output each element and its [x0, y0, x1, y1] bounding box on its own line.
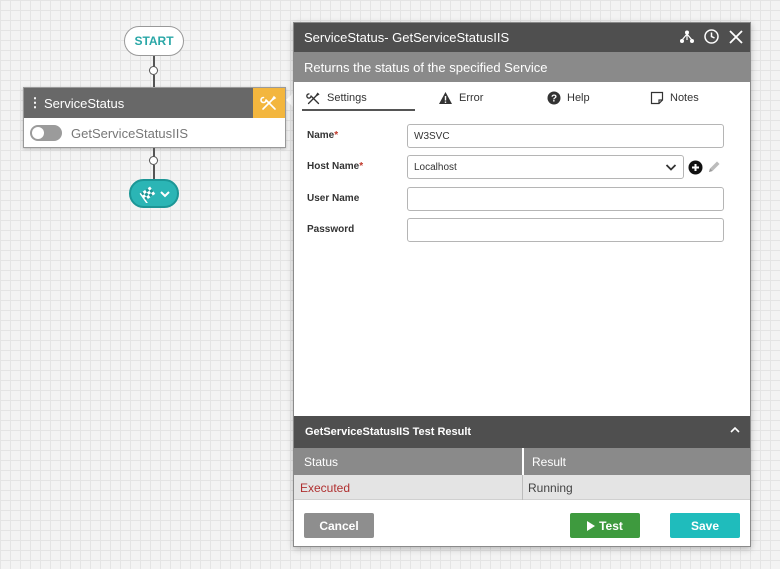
help-icon: ? [547, 91, 561, 105]
panel-title: ServiceStatus- GetServiceStatusIIS [304, 30, 510, 45]
description-text: Returns the status of the specified Serv… [304, 59, 548, 75]
table-row: Executed Running [294, 475, 750, 500]
settings-form: Name* W3SVC Host Name* Localhost User Na… [294, 113, 750, 413]
connector-dot[interactable] [149, 156, 158, 165]
panel-description: Returns the status of the specified Serv… [294, 52, 750, 82]
chevron-down-icon [665, 164, 677, 171]
activity-action-label: GetServiceStatusIIS [71, 125, 189, 141]
panel-footer: Cancel Test Save [294, 501, 750, 546]
warning-icon [439, 92, 452, 104]
properties-panel: ServiceStatus- GetServiceStatusIIS Retur… [293, 22, 751, 547]
activity-body: GetServiceStatusIIS [24, 118, 285, 148]
cancel-label: Cancel [319, 518, 359, 533]
host-name-label: Host Name* [307, 161, 364, 172]
test-label: Test [599, 518, 623, 533]
tab-error[interactable]: Error [438, 88, 483, 108]
column-divider [522, 475, 523, 500]
activity-node[interactable]: ⋮ ServiceStatus GetServiceStatusIIS [23, 87, 286, 148]
cancel-button[interactable]: Cancel [304, 513, 374, 538]
tab-label: Settings [327, 92, 367, 104]
tab-notes[interactable]: Notes [650, 88, 699, 108]
active-tab-indicator [302, 109, 415, 111]
activity-header[interactable]: ⋮ ServiceStatus [24, 88, 285, 118]
tab-bar: Settings Error ? Help Notes [294, 82, 750, 113]
tools-icon [260, 95, 277, 110]
activity-title: ServiceStatus [44, 95, 125, 111]
tab-settings[interactable]: Settings [306, 88, 367, 108]
result-cell: Running [528, 481, 573, 495]
activity-toggle[interactable] [30, 125, 62, 141]
start-label: START [134, 34, 174, 48]
name-field[interactable]: W3SVC [407, 124, 724, 148]
history-icon[interactable] [703, 28, 720, 45]
hierarchy-icon[interactable] [679, 29, 695, 45]
user-name-field[interactable] [407, 187, 724, 211]
tab-label: Help [567, 92, 590, 104]
column-divider [522, 448, 524, 475]
end-node[interactable] [129, 179, 179, 208]
status-cell: Executed [300, 481, 351, 495]
panel-title-bar: ServiceStatus- GetServiceStatusIIS [294, 23, 750, 52]
user-name-label: User Name [307, 193, 360, 204]
connector-dot[interactable] [149, 66, 158, 75]
tools-icon [306, 91, 320, 104]
close-icon[interactable] [728, 29, 744, 45]
play-icon [587, 520, 596, 531]
host-name-select[interactable]: Localhost [407, 155, 684, 179]
column-status: Status [304, 455, 339, 469]
password-field[interactable] [407, 218, 724, 242]
test-result-header[interactable]: GetServiceStatusIIS Test Result [294, 416, 750, 448]
result-table-header: Status Result [294, 448, 750, 475]
drag-handle-icon[interactable]: ⋮ [28, 95, 42, 111]
chevron-up-icon[interactable] [730, 426, 740, 434]
svg-text:?: ? [551, 94, 557, 105]
connector-line [153, 165, 155, 179]
connector-line [153, 75, 155, 87]
tab-label: Error [459, 92, 484, 104]
host-name-value: Localhost [414, 161, 457, 173]
save-label: Save [690, 518, 720, 533]
name-label: Name* [307, 130, 339, 141]
add-host-icon[interactable] [688, 160, 703, 175]
tab-help[interactable]: ? Help [547, 88, 590, 108]
save-button[interactable]: Save [670, 513, 740, 538]
tab-label: Notes [670, 92, 699, 104]
name-value: W3SVC [414, 130, 450, 142]
password-label: Password [307, 224, 355, 235]
start-node[interactable]: START [124, 26, 184, 56]
chevron-down-icon[interactable] [159, 189, 170, 199]
column-result: Result [532, 455, 567, 469]
checkered-flag-icon [139, 185, 155, 203]
test-button[interactable]: Test [570, 513, 640, 538]
edit-host-icon[interactable] [706, 159, 722, 175]
notes-icon [650, 91, 664, 105]
activity-settings-button[interactable] [253, 88, 285, 118]
test-result-title: GetServiceStatusIIS Test Result [305, 426, 472, 438]
